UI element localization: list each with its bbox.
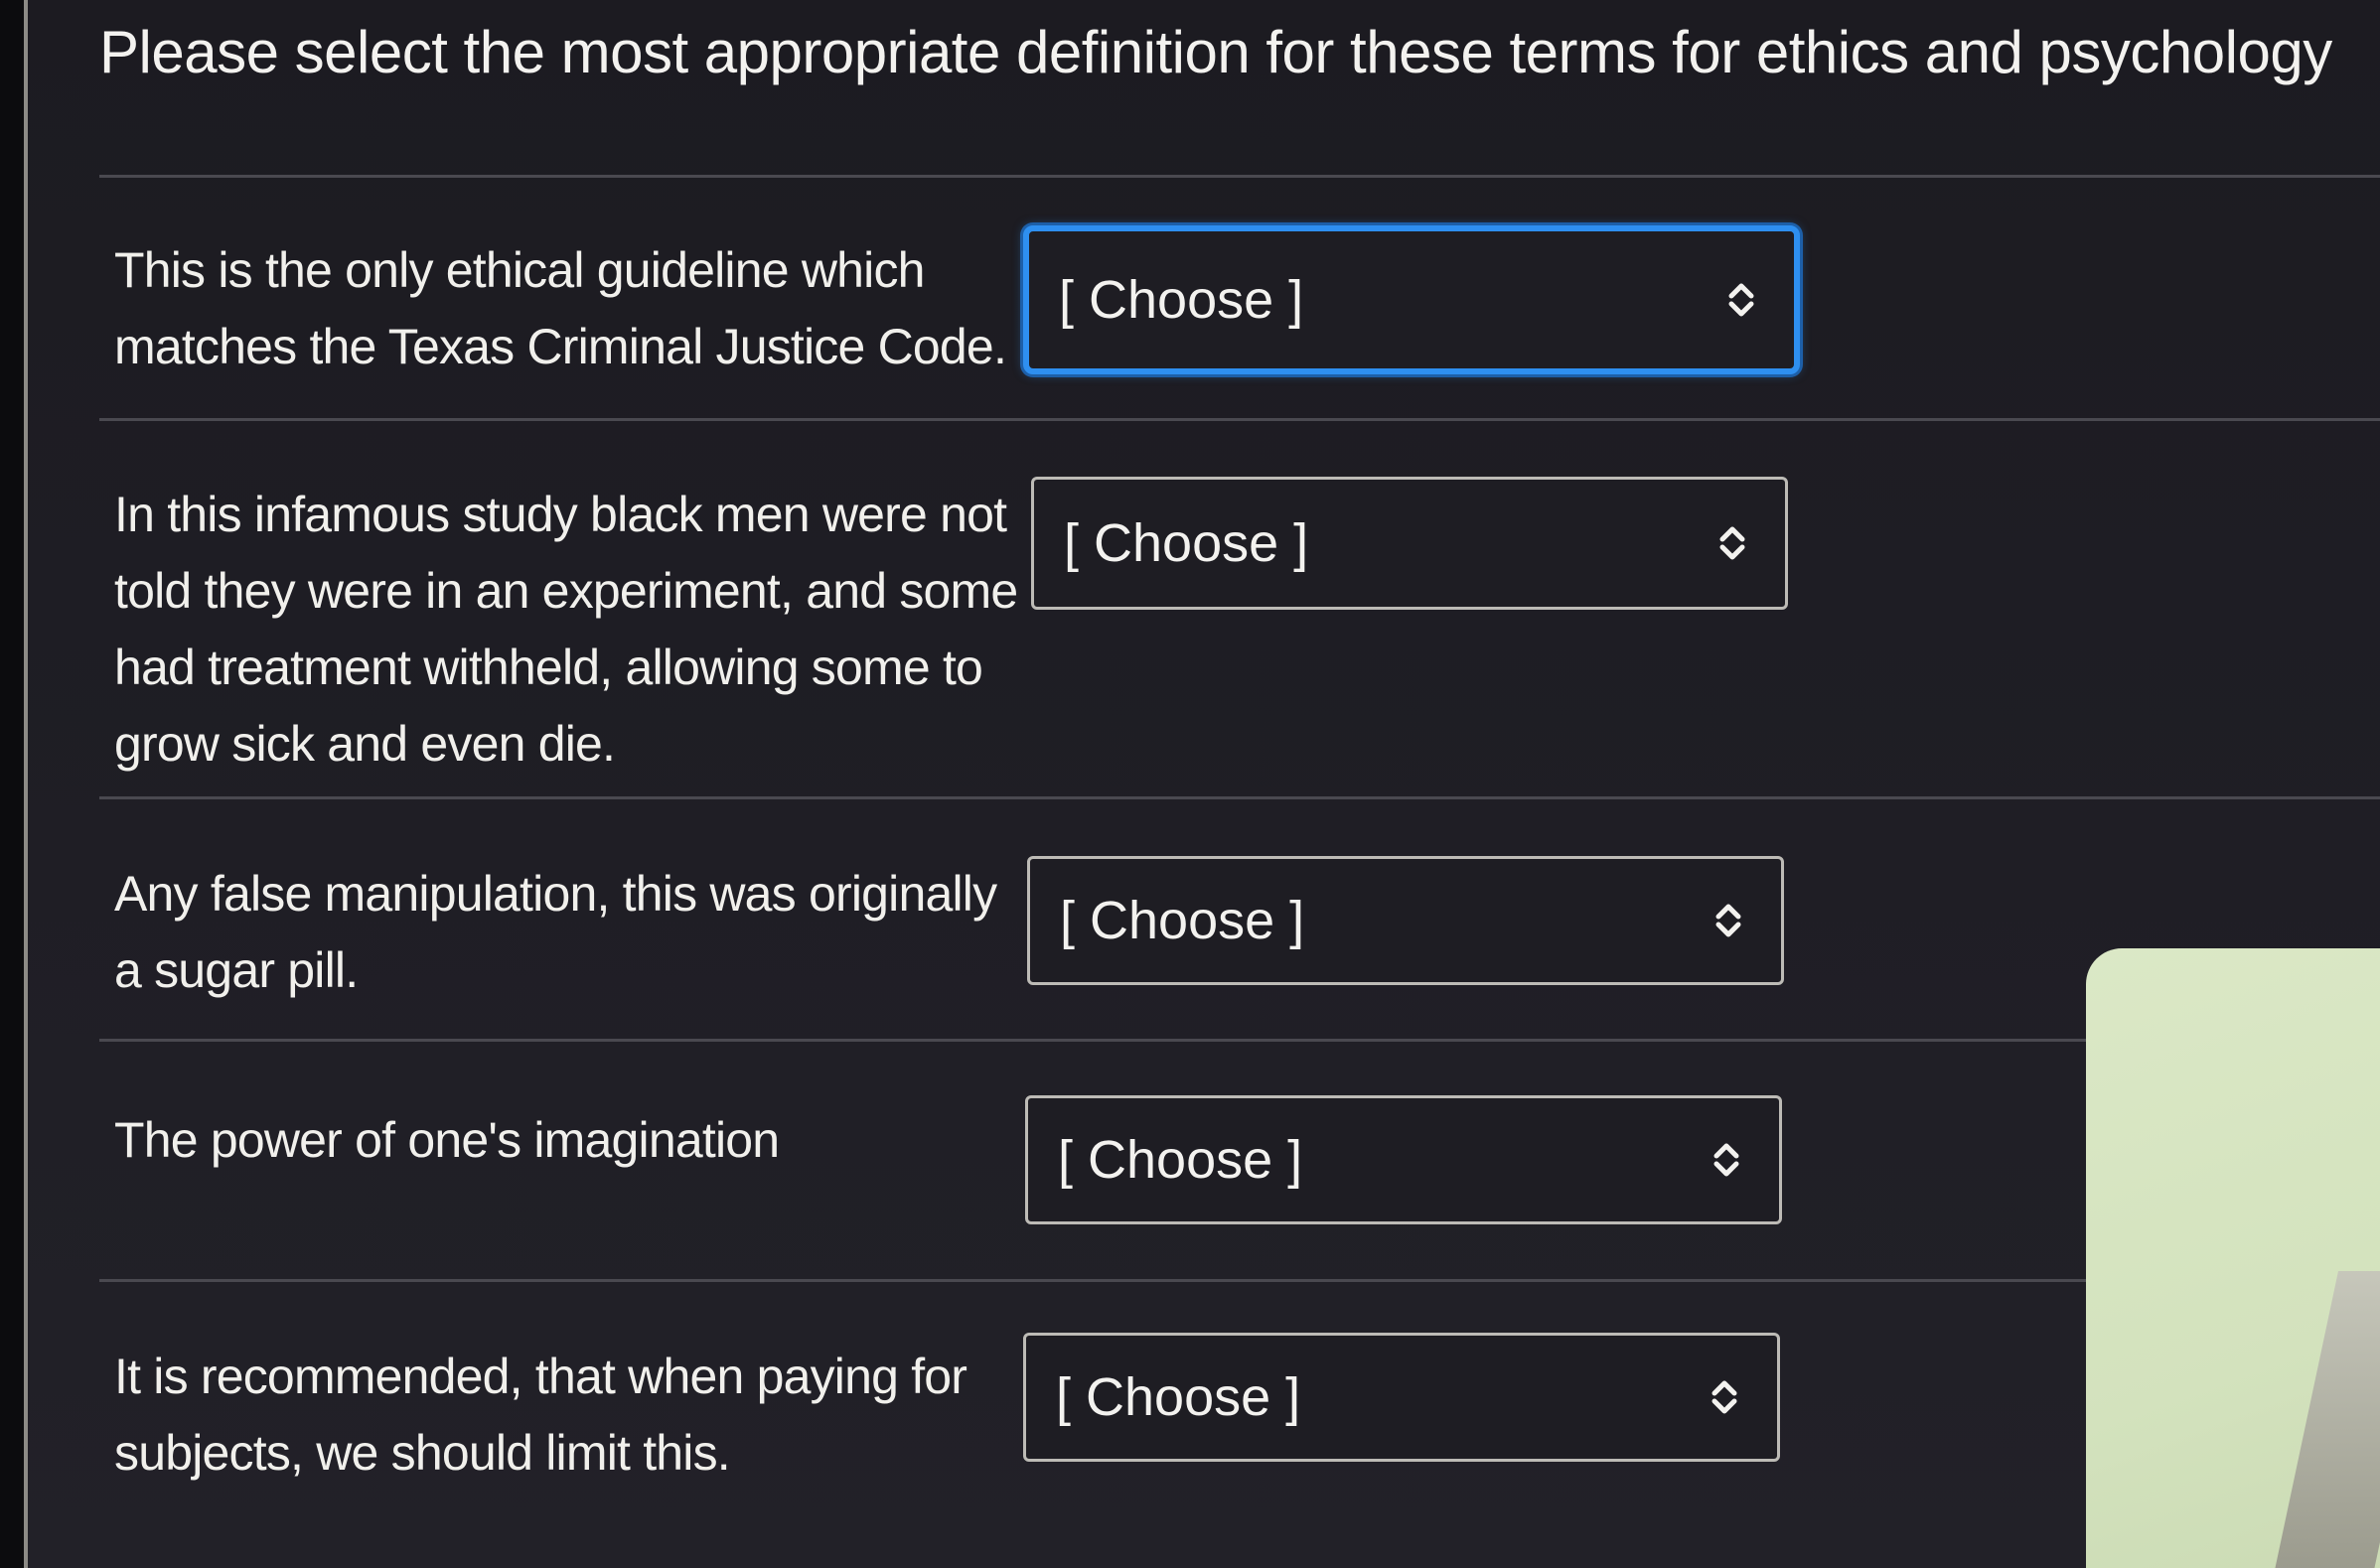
answer-select-4[interactable]: [ Choose ] bbox=[1025, 1095, 1782, 1224]
monitor-bezel-edge bbox=[24, 0, 28, 1568]
question-text-3: Any false manipulation, this was origina… bbox=[114, 866, 997, 998]
question-text-2: In this infamous study black men were no… bbox=[114, 487, 1018, 772]
select-value: [ Choose ] bbox=[1056, 1367, 1301, 1427]
question-text-1: This is the only ethical guideline which… bbox=[114, 242, 1007, 374]
answer-select-2[interactable]: [ Choose ] bbox=[1031, 477, 1788, 610]
divider bbox=[99, 796, 2380, 799]
select-value: [ Choose ] bbox=[1059, 270, 1304, 330]
select-value: [ Choose ] bbox=[1064, 513, 1309, 573]
divider bbox=[99, 1279, 2086, 1282]
answer-select-1[interactable]: [ Choose ] bbox=[1023, 225, 1800, 374]
up-down-chevron-icon bbox=[1715, 904, 1741, 937]
up-down-chevron-icon bbox=[1711, 1380, 1737, 1414]
select-value: [ Choose ] bbox=[1058, 1130, 1303, 1190]
divider bbox=[99, 1039, 2086, 1042]
answer-select-5[interactable]: [ Choose ] bbox=[1023, 1333, 1780, 1462]
question-text-5: It is recommended, that when paying for … bbox=[114, 1349, 967, 1481]
divider bbox=[99, 418, 2380, 421]
screen: Please select the most appropriate defin… bbox=[0, 0, 2380, 1568]
divider bbox=[99, 175, 2380, 178]
monitor-bezel bbox=[0, 0, 24, 1568]
up-down-chevron-icon bbox=[1719, 526, 1745, 560]
select-value: [ Choose ] bbox=[1060, 891, 1305, 950]
up-down-chevron-icon bbox=[1713, 1143, 1739, 1177]
answer-select-3[interactable]: [ Choose ] bbox=[1027, 856, 1784, 985]
question-text-4: The power of one's imagination bbox=[114, 1112, 780, 1168]
page-title: Please select the most appropriate defin… bbox=[99, 19, 2332, 85]
up-down-chevron-icon bbox=[1728, 283, 1754, 317]
